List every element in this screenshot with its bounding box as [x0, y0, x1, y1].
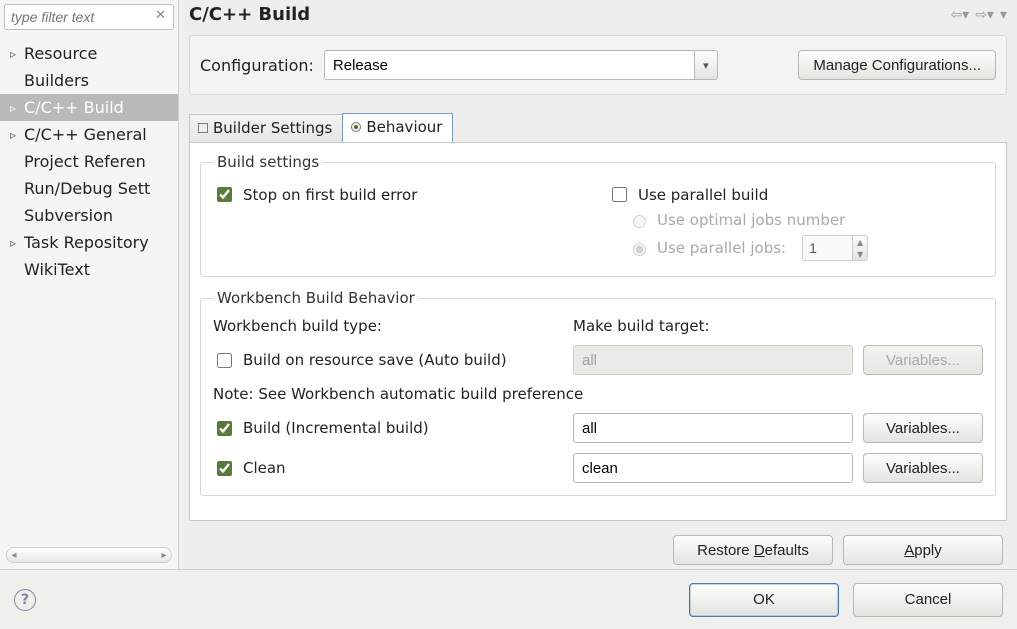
use-optimal-jobs-radio — [633, 215, 646, 228]
tree-item[interactable]: ▹ Task Repository — [0, 229, 178, 256]
workbench-build-type-header: Workbench build type: — [213, 317, 563, 335]
incremental-build-variables-button[interactable]: Variables... — [863, 413, 983, 443]
help-icon[interactable]: ? — [14, 589, 36, 611]
nav-forward-icon[interactable]: ⇨▾ — [975, 7, 994, 23]
tree-horizontal-scrollbar[interactable]: ◂ ▸ — [6, 547, 172, 563]
tree-item[interactable]: Builders — [0, 67, 178, 94]
auto-build-variables-button: Variables... — [863, 345, 983, 375]
auto-build-row[interactable]: Build on resource save (Auto build) — [213, 347, 563, 374]
stop-on-first-error-checkbox[interactable] — [217, 187, 232, 202]
make-build-target-header: Make build target: — [573, 317, 853, 335]
tree-item-label: Task Repository — [24, 233, 149, 252]
tree-item[interactable]: WikiText — [0, 256, 178, 283]
tree-item[interactable]: ▹ Resource — [0, 40, 178, 67]
clean-variables-button[interactable]: Variables... — [863, 453, 983, 483]
use-parallel-build-label: Use parallel build — [638, 186, 768, 204]
clean-label: Clean — [243, 459, 286, 477]
use-parallel-build-checkbox[interactable] — [612, 187, 627, 202]
workbench-build-behavior-group: Workbench Build Behavior Workbench build… — [200, 289, 996, 496]
build-settings-group: Build settings Stop on first build error — [200, 153, 996, 277]
behaviour-tab-icon — [351, 122, 361, 132]
tab-builder-settings-label: Builder Settings — [213, 119, 332, 137]
tree-expander-icon[interactable]: ▹ — [8, 47, 18, 61]
tab-behaviour-page: Build settings Stop on first build error — [189, 143, 1007, 521]
incremental-build-target-input[interactable] — [573, 413, 853, 443]
clean-checkbox[interactable] — [217, 461, 232, 476]
tree-item[interactable]: ▹ C/C++ General — [0, 121, 178, 148]
scroll-right-icon[interactable]: ▸ — [157, 548, 171, 562]
stop-on-first-error-row[interactable]: Stop on first build error — [213, 181, 588, 208]
clean-row[interactable]: Clean — [213, 455, 563, 482]
parallel-jobs-value — [802, 235, 852, 261]
tree-expander-icon[interactable]: ▹ — [8, 236, 18, 250]
workbench-build-behavior-legend: Workbench Build Behavior — [213, 289, 419, 307]
nav-back-icon[interactable]: ⇦▾ — [950, 7, 969, 23]
auto-build-label: Build on resource save (Auto build) — [243, 351, 507, 369]
filter-input[interactable] — [4, 4, 174, 30]
tab-behaviour-label: Behaviour — [366, 118, 442, 136]
configuration-combo[interactable]: ▾ — [324, 50, 788, 80]
use-optimal-jobs-row: Use optimal jobs number — [608, 208, 983, 232]
clean-target-input[interactable] — [573, 453, 853, 483]
tree-item[interactable]: ▹ C/C++ Build — [0, 94, 178, 121]
tab-behaviour[interactable]: Behaviour — [342, 113, 453, 142]
use-parallel-jobs-label: Use parallel jobs: — [657, 239, 786, 257]
tree-item-label: Builders — [24, 71, 89, 90]
tree-item-label: Subversion — [24, 206, 113, 225]
tree-expander-icon[interactable]: ▹ — [8, 128, 18, 142]
configuration-row: Configuration: ▾ Manage Configurations..… — [189, 35, 1007, 95]
page-menu-icon[interactable]: ▾ — [1000, 7, 1007, 23]
tree-item-label: WikiText — [24, 260, 90, 279]
ok-button[interactable]: OK — [689, 583, 839, 617]
use-parallel-build-row[interactable]: Use parallel build — [608, 181, 983, 208]
incremental-build-row[interactable]: Build (Incremental build) — [213, 415, 563, 442]
tree-item[interactable]: Subversion — [0, 202, 178, 229]
auto-build-target-input — [573, 345, 853, 375]
tree-item-label: C/C++ General — [24, 125, 147, 144]
use-parallel-jobs-radio — [633, 243, 646, 256]
spinner-up-icon: ▲ — [853, 236, 867, 248]
tree-item-label: Run/Debug Sett — [24, 179, 150, 198]
tree-item[interactable]: Run/Debug Sett — [0, 175, 178, 202]
restore-defaults-button[interactable]: Restore Defaults — [673, 535, 833, 565]
spinner-down-icon: ▼ — [853, 248, 867, 260]
apply-button[interactable]: Apply — [843, 535, 1003, 565]
preferences-tree-pane: ✕ ▹ResourceBuilders▹C/C++ Build▹C/C++ Ge… — [0, 0, 179, 569]
preferences-tree[interactable]: ▹ Resource Builders ▹ C/C++ Build ▹ C/C++ Gene… — [0, 32, 178, 543]
build-settings-legend: Build settings — [213, 153, 323, 171]
tree-expander-icon[interactable]: ▹ — [8, 101, 18, 115]
stop-on-first-error-label: Stop on first build error — [243, 186, 417, 204]
tree-item-label: Resource — [24, 44, 97, 63]
tab-builder-settings[interactable]: Builder Settings — [189, 114, 343, 142]
auto-build-note: Note: See Workbench automatic build pref… — [213, 385, 983, 403]
page-header-tools: ⇦▾ ⇨▾ ▾ — [950, 7, 1007, 23]
incremental-build-label: Build (Incremental build) — [243, 419, 429, 437]
tree-item-label: C/C++ Build — [24, 98, 124, 117]
auto-build-checkbox[interactable] — [217, 353, 232, 368]
page-title: C/C++ Build — [189, 4, 310, 25]
incremental-build-checkbox[interactable] — [217, 421, 232, 436]
cancel-button[interactable]: Cancel — [853, 583, 1003, 617]
use-parallel-jobs-row: Use parallel jobs: ▲ ▼ — [608, 232, 983, 264]
configuration-label: Configuration: — [200, 56, 314, 75]
use-optimal-jobs-label: Use optimal jobs number — [657, 211, 845, 229]
manage-configurations-button[interactable]: Manage Configurations... — [798, 50, 996, 80]
tree-item[interactable]: Project Referen — [0, 148, 178, 175]
tree-item-label: Project Referen — [24, 152, 146, 171]
tabbar: Builder Settings Behaviour — [189, 113, 1007, 143]
configuration-dropdown-icon[interactable]: ▾ — [694, 50, 718, 80]
configuration-value[interactable] — [324, 50, 694, 80]
builder-settings-tab-icon — [198, 123, 208, 133]
parallel-jobs-spinner: ▲ ▼ — [802, 235, 868, 261]
scroll-left-icon[interactable]: ◂ — [7, 548, 21, 562]
